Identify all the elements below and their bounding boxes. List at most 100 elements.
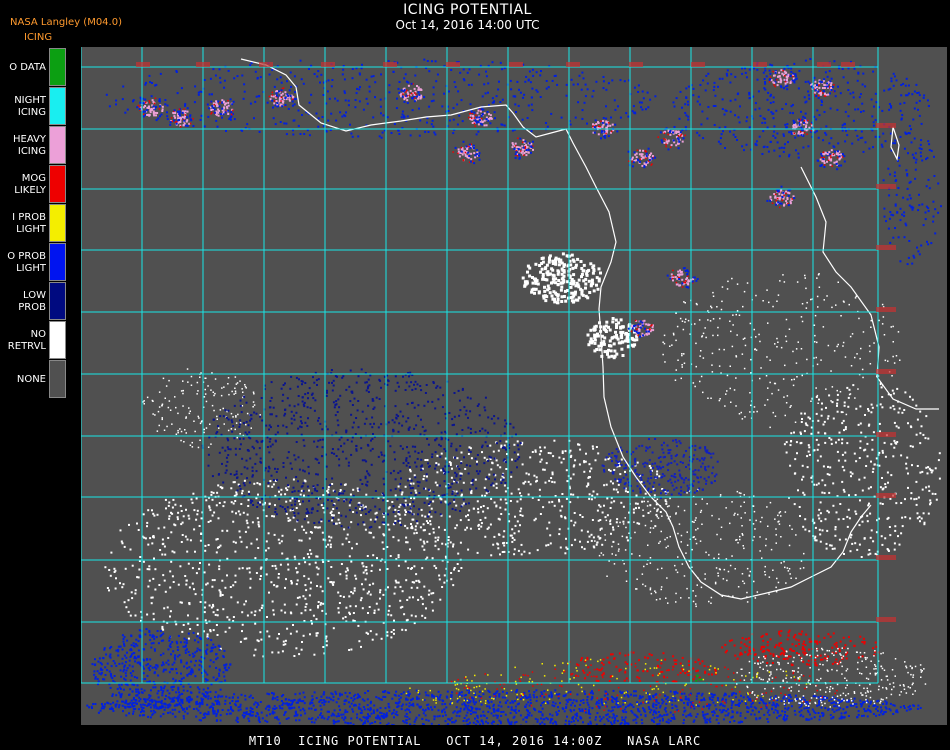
icing-pixel [138,568,141,571]
icing-pixel [433,131,436,134]
icing-pixel [886,471,889,474]
icing-pixel [798,506,801,508]
icing-pixel [238,425,241,428]
icing-pixel [322,561,325,563]
icing-pixel [854,510,857,513]
icing-pixel [255,470,258,473]
legend-swatch [49,360,66,398]
icing-pixel [725,507,727,509]
icing-pixel [667,462,670,465]
icing-pixel [907,422,909,425]
icing-pixel [409,548,411,551]
icing-pixel [598,348,602,352]
icing-pixel [727,570,730,573]
icing-pixel [706,503,708,505]
icing-pixel [770,548,773,551]
icing-pixel [362,108,365,111]
icing-pixel [321,446,324,449]
icing-pixel [657,508,659,510]
icing-pixel [592,327,596,331]
icing-pixel [870,411,873,414]
icing-pixel [459,445,462,447]
icing-pixel [743,547,745,550]
icing-pixel [657,517,660,519]
icing-pixel [322,94,325,96]
icing-pixel [208,506,211,509]
icing-pixel [422,478,425,481]
icing-pixel [408,375,410,378]
icing-pixel [340,563,343,565]
icing-pixel [429,523,432,526]
icing-pixel [302,439,305,442]
icing-pixel [739,105,741,108]
icing-pixel [637,91,640,93]
icing-pixel [583,461,586,464]
icing-pixel [505,440,508,443]
icing-pixel [680,377,682,380]
icing-pixel [764,574,767,576]
icing-pixel [655,591,657,594]
icing-pixel [316,510,319,512]
icing-pixel [625,526,627,529]
icing-pixel [618,478,620,481]
icing-pixel [796,376,798,378]
icing-pixel [365,572,368,575]
icing-pixel [392,70,395,73]
icing-pixel [329,484,332,487]
icing-pixel [337,398,340,401]
icing-pixel [387,60,390,63]
icing-pixel [569,263,573,267]
icing-pixel [915,433,918,436]
icing-pixel [694,473,697,476]
icing-pixel [685,466,687,468]
icing-pixel [253,393,255,395]
icing-pixel [124,111,127,114]
icing-pixel [325,644,328,647]
icing-pixel [854,297,857,299]
icing-pixel [589,328,593,332]
icing-pixel [913,90,916,93]
icing-pixel [531,276,534,279]
icing-pixel [591,95,594,98]
icing-pixel [539,513,542,515]
icing-pixel [226,616,229,619]
icing-pixel [862,376,864,379]
icing-pixel [909,395,911,398]
icing-pixel [490,417,493,420]
icing-pixel [424,392,427,394]
icing-pixel [531,68,534,71]
icing-pixel [570,299,574,303]
icing-pixel [513,443,516,446]
icing-pixel [620,458,623,461]
icing-pixel [387,609,390,612]
icing-pixel [182,405,184,407]
icing-pixel [893,75,896,78]
icing-pixel [443,574,446,577]
icing-pixel [862,110,865,113]
icing-pixel [286,80,288,83]
icing-pixel [634,460,637,463]
icing-pixel [918,99,921,102]
icing-pixel [739,535,741,538]
icing-pixel [272,613,275,616]
icing-pixel [609,480,612,483]
icing-pixel [286,506,289,509]
icing-pixel [545,544,548,547]
icing-pixel [867,408,869,410]
icing-pixel [605,320,609,324]
icing-pixel [186,368,189,370]
icing-pixel [722,130,724,133]
icing-pixel [462,481,465,484]
icing-pixel [703,477,706,480]
icing-pixel [604,458,607,461]
icing-pixel [166,425,168,428]
icing-pixel [163,607,166,610]
icing-pixel [410,523,412,525]
icing-pixel [709,452,712,455]
icing-pixel [651,462,654,465]
icing-pixel [822,465,825,468]
icing-pixel [187,622,190,625]
icing-pixel [580,275,583,279]
icing-pixel [860,110,862,113]
icing-pixel [246,513,249,516]
